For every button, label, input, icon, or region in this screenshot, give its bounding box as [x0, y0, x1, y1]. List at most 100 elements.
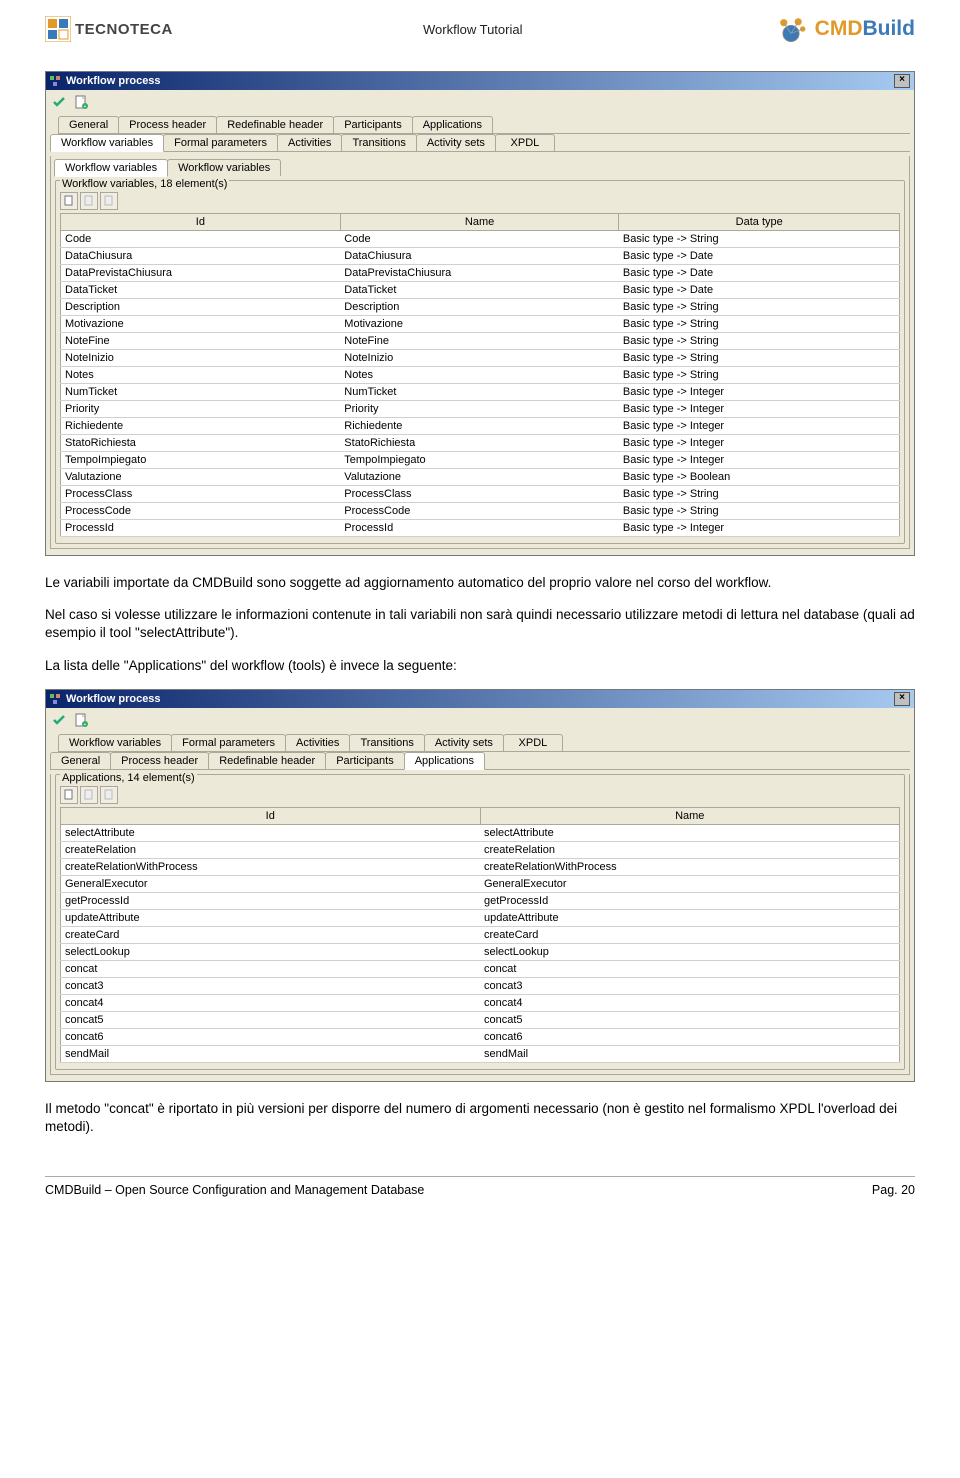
- table-row[interactable]: PriorityPriorityBasic type -> Integer: [61, 401, 900, 418]
- paragraph-1: Le variabili importate da CMDBuild sono …: [45, 574, 915, 592]
- paragraph-4: Il metodo "concat" è riportato in più ve…: [45, 1100, 915, 1136]
- table-row[interactable]: concat3concat3: [61, 977, 900, 994]
- tab-applications[interactable]: Applications: [404, 752, 485, 770]
- table-row[interactable]: sendMailsendMail: [61, 1045, 900, 1062]
- fieldset-legend: Applications, 14 element(s): [60, 772, 197, 784]
- fieldset-legend: Workflow variables, 18 element(s): [60, 178, 229, 190]
- paragraph-2: Nel caso si volesse utilizzare le inform…: [45, 606, 915, 642]
- applications-table: IdNameselectAttributeselectAttributecrea…: [60, 807, 900, 1063]
- footer-left: CMDBuild – Open Source Configuration and…: [45, 1183, 424, 1197]
- tab-formal-parameters[interactable]: Formal parameters: [163, 134, 278, 151]
- tab-process-header[interactable]: Process header: [110, 752, 209, 769]
- column-header[interactable]: Id: [61, 807, 481, 824]
- toolbar: +: [46, 90, 914, 112]
- new-doc-icon[interactable]: +: [73, 94, 89, 110]
- tab-workflow-variables[interactable]: Workflow variables: [58, 734, 172, 751]
- table-row[interactable]: MotivazioneMotivazioneBasic type -> Stri…: [61, 316, 900, 333]
- check-icon[interactable]: [51, 94, 67, 110]
- toolbar: +: [46, 708, 914, 730]
- table-row[interactable]: TempoImpiegatoTempoImpiegatoBasic type -…: [61, 452, 900, 469]
- column-header[interactable]: Name: [340, 214, 619, 231]
- table-row[interactable]: StatoRichiestaStatoRichiestaBasic type -…: [61, 435, 900, 452]
- table-row[interactable]: ProcessIdProcessIdBasic type -> Integer: [61, 520, 900, 537]
- delete-button[interactable]: [100, 192, 118, 210]
- add-button[interactable]: [60, 786, 78, 804]
- table-row[interactable]: concatconcat: [61, 960, 900, 977]
- table-row[interactable]: ProcessClassProcessClassBasic type -> St…: [61, 486, 900, 503]
- tab-participants[interactable]: Participants: [333, 116, 412, 133]
- tab-participants[interactable]: Participants: [325, 752, 404, 769]
- tab-transitions[interactable]: Transitions: [341, 134, 416, 151]
- tab-xpdl[interactable]: XPDL: [503, 734, 563, 751]
- page-footer: CMDBuild – Open Source Configuration and…: [45, 1176, 915, 1197]
- window-title: Workflow process: [66, 75, 161, 87]
- table-row[interactable]: updateAttributeupdateAttribute: [61, 909, 900, 926]
- cmdbuild-logo: CMDBuild: [773, 15, 915, 43]
- paragraph-3: La lista delle "Applications" del workfl…: [45, 657, 915, 675]
- close-icon[interactable]: ×: [894, 692, 910, 706]
- tab-general[interactable]: General: [50, 752, 111, 769]
- table-row[interactable]: DataChiusuraDataChiusuraBasic type -> Da…: [61, 248, 900, 265]
- table-row[interactable]: NoteInizioNoteInizioBasic type -> String: [61, 350, 900, 367]
- applications-window: Workflow process × + Workflow variablesF…: [45, 689, 915, 1082]
- tab-process-header[interactable]: Process header: [118, 116, 217, 133]
- add-button[interactable]: [60, 192, 78, 210]
- table-row[interactable]: DescriptionDescriptionBasic type -> Stri…: [61, 299, 900, 316]
- table-row[interactable]: ProcessCodeProcessCodeBasic type -> Stri…: [61, 503, 900, 520]
- tab-general[interactable]: General: [58, 116, 119, 133]
- column-header[interactable]: Id: [61, 214, 341, 231]
- table-row[interactable]: concat5concat5: [61, 1011, 900, 1028]
- tecnoteca-text: TECNOTECA: [75, 21, 173, 38]
- tab-formal-parameters[interactable]: Formal parameters: [171, 734, 286, 751]
- table-row[interactable]: CodeCodeBasic type -> String: [61, 231, 900, 248]
- tab-activities[interactable]: Activities: [277, 134, 342, 151]
- table-row[interactable]: RichiedenteRichiedenteBasic type -> Inte…: [61, 418, 900, 435]
- table-row[interactable]: NoteFineNoteFineBasic type -> String: [61, 333, 900, 350]
- tab-activity-sets[interactable]: Activity sets: [416, 134, 496, 151]
- edit-button[interactable]: [80, 192, 98, 210]
- tab-workflow-variables[interactable]: Workflow variables: [50, 134, 164, 152]
- table-row[interactable]: ValutazioneValutazioneBasic type -> Bool…: [61, 469, 900, 486]
- close-icon[interactable]: ×: [894, 74, 910, 88]
- titlebar: Workflow process ×: [46, 72, 914, 90]
- svg-text:+: +: [84, 104, 87, 110]
- column-header[interactable]: Data type: [619, 214, 900, 231]
- tab-activities[interactable]: Activities: [285, 734, 350, 751]
- tab-activity-sets[interactable]: Activity sets: [424, 734, 504, 751]
- tecnoteca-logo: TECNOTECA: [45, 16, 173, 42]
- table-row[interactable]: selectAttributeselectAttribute: [61, 824, 900, 841]
- table-row[interactable]: GeneralExecutorGeneralExecutor: [61, 875, 900, 892]
- table-row[interactable]: createCardcreateCard: [61, 926, 900, 943]
- new-doc-icon[interactable]: +: [73, 712, 89, 728]
- tab-applications[interactable]: Applications: [412, 116, 493, 133]
- workflow-variables-window: Workflow process × + GeneralProcess head…: [45, 71, 915, 556]
- svg-text:+: +: [84, 722, 87, 728]
- tab-redefinable-header[interactable]: Redefinable header: [216, 116, 334, 133]
- check-icon[interactable]: [51, 712, 67, 728]
- table-row[interactable]: DataTicketDataTicketBasic type -> Date: [61, 282, 900, 299]
- subtab-1[interactable]: Workflow variables: [167, 159, 281, 176]
- subtab-0[interactable]: Workflow variables: [54, 159, 168, 177]
- tab-xpdl[interactable]: XPDL: [495, 134, 555, 151]
- table-row[interactable]: NotesNotesBasic type -> String: [61, 367, 900, 384]
- window-title: Workflow process: [66, 693, 161, 705]
- delete-button[interactable]: [100, 786, 118, 804]
- edit-button[interactable]: [80, 786, 98, 804]
- table-row[interactable]: NumTicketNumTicketBasic type -> Integer: [61, 384, 900, 401]
- table-row[interactable]: selectLookupselectLookup: [61, 943, 900, 960]
- footer-right: Pag. 20: [872, 1183, 915, 1197]
- table-row[interactable]: DataPrevistaChiusuraDataPrevistaChiusura…: [61, 265, 900, 282]
- titlebar: Workflow process ×: [46, 690, 914, 708]
- table-row[interactable]: createRelationWithProcesscreateRelationW…: [61, 858, 900, 875]
- tab-redefinable-header[interactable]: Redefinable header: [208, 752, 326, 769]
- table-row[interactable]: concat6concat6: [61, 1028, 900, 1045]
- tab-transitions[interactable]: Transitions: [349, 734, 424, 751]
- variables-table: IdNameData typeCodeCodeBasic type -> Str…: [60, 213, 900, 537]
- page-header: TECNOTECA Workflow Tutorial CMDBuild: [45, 15, 915, 43]
- cmdbuild-text: CMDBuild: [815, 17, 915, 41]
- table-row[interactable]: concat4concat4: [61, 994, 900, 1011]
- doc-title: Workflow Tutorial: [423, 22, 522, 37]
- column-header[interactable]: Name: [480, 807, 900, 824]
- table-row[interactable]: getProcessIdgetProcessId: [61, 892, 900, 909]
- table-row[interactable]: createRelationcreateRelation: [61, 841, 900, 858]
